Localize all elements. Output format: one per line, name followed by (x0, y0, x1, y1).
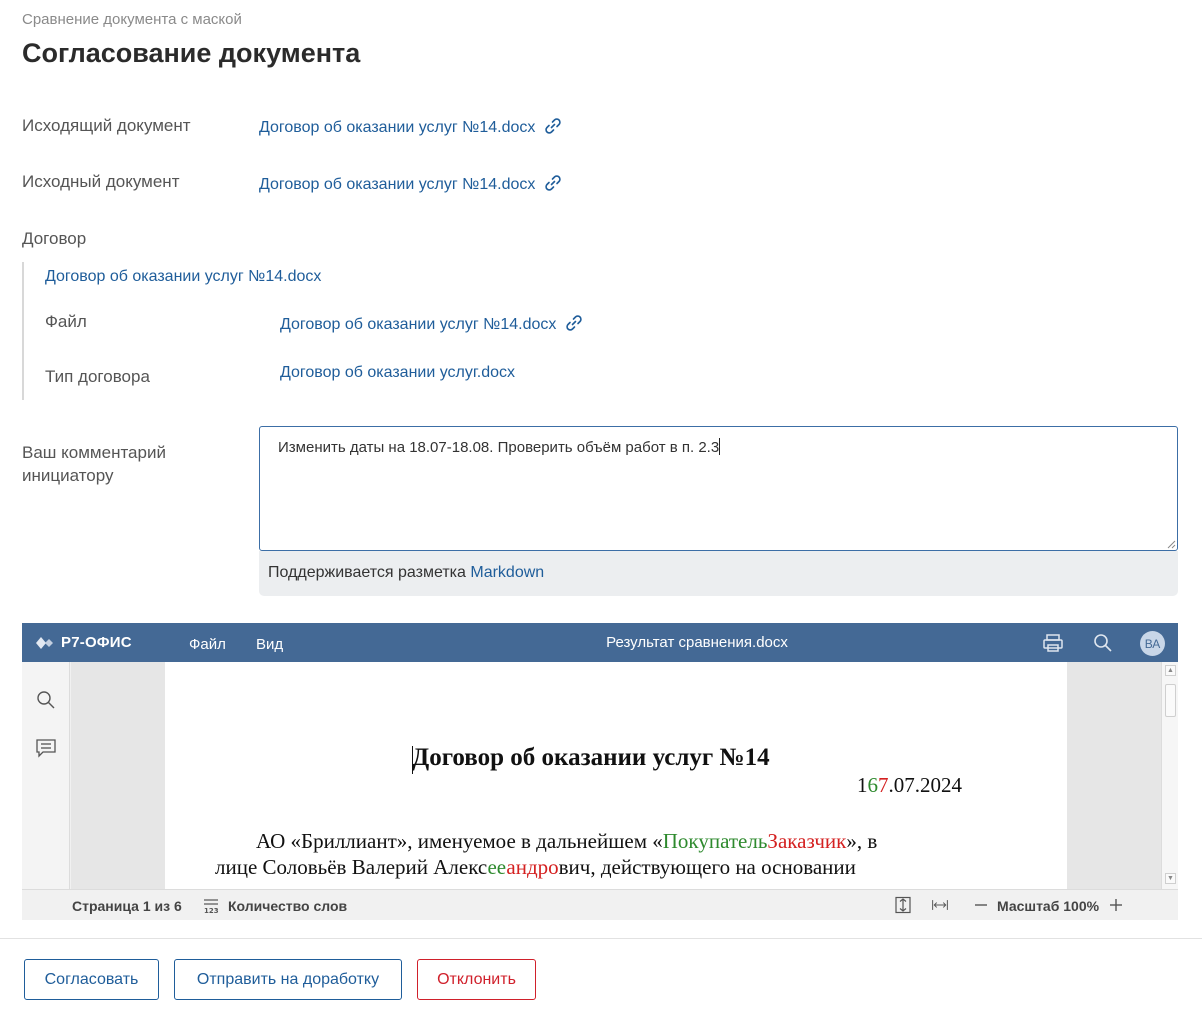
contract-file-link[interactable]: Договор об оказании услуг №14.docx (280, 313, 584, 334)
comment-label: Ваш комментарий инициатору (22, 441, 166, 487)
zoom-in-icon[interactable] (1107, 896, 1125, 914)
doc-cursor (412, 746, 413, 774)
word-count[interactable]: Количество слов (228, 898, 347, 914)
contract-type-label: Тип договора (45, 367, 150, 386)
approve-button[interactable]: Согласовать (24, 959, 159, 1000)
doc-heading: Договор об оказании услуг №14 (412, 744, 770, 771)
contract-type-link[interactable]: Договор об оказании услуг.docx (280, 364, 515, 382)
source-document-name[interactable]: Договор об оказании услуг №14.docx (259, 176, 535, 193)
vertical-scrollbar[interactable]: ▲ ▼ (1161, 662, 1178, 889)
deleted-text: андро (506, 855, 559, 879)
page-margin-right (1067, 662, 1161, 889)
svg-text:123: 123 (204, 907, 219, 914)
editor-logo: Р7-ОФИС (36, 634, 132, 651)
menu-view[interactable]: Вид (256, 636, 283, 653)
breadcrumb: Сравнение документа с маской (22, 11, 242, 28)
doc-text: лице Соловьёв Валерий Алекс (215, 855, 488, 879)
comment-text-wrap[interactable]: Изменить даты на 18.07-18.08. Проверить … (278, 438, 721, 456)
left-rail (22, 662, 70, 889)
doc-text: вич, действующего на основании (558, 855, 856, 879)
markdown-note-text: Поддерживается разметка (268, 564, 466, 581)
link-icon[interactable] (543, 173, 563, 193)
page-indicator[interactable]: Страница 1 из 6 (72, 898, 182, 914)
print-icon[interactable] (1042, 632, 1064, 654)
comment-textarea[interactable]: Изменить даты на 18.07-18.08. Проверить … (259, 426, 1178, 551)
avatar[interactable]: ВА (1140, 631, 1165, 656)
inserted-text: ее (487, 855, 507, 879)
comment-label-line1: Ваш комментарий (22, 443, 166, 462)
deleted-text: Заказчик (767, 829, 847, 853)
contract-group-border (22, 262, 24, 400)
scroll-down-arrow[interactable]: ▼ (1165, 873, 1176, 884)
source-document-link[interactable]: Договор об оказании услуг №14.docx (259, 173, 563, 194)
page-title: Согласование документа (22, 38, 361, 68)
comment-label-line2: инициатору (22, 466, 114, 485)
comments-icon[interactable] (35, 737, 57, 759)
source-document-label: Исходный документ (22, 172, 180, 191)
search-icon[interactable] (1092, 632, 1114, 654)
markdown-note: Поддерживается разметка Markdown (259, 551, 1178, 596)
document-page[interactable]: Договор об оказании услуг №14 167.07.202… (165, 662, 1067, 889)
r7-logo-icon (36, 636, 53, 649)
reject-button[interactable]: Отклонить (417, 959, 536, 1000)
doc-text: АО «Бриллиант», именуемое в дальнейшем « (256, 829, 663, 853)
send-for-rework-button[interactable]: Отправить на доработку (174, 959, 402, 1000)
contract-title-link[interactable]: Договор об оказании услуг №14.docx (45, 268, 321, 286)
document-editor: Р7-ОФИС Файл Вид Результат сравнения.doc… (22, 623, 1178, 920)
zoom-out-icon[interactable] (972, 896, 990, 914)
menu-file[interactable]: Файл (189, 636, 226, 653)
link-icon[interactable] (564, 313, 584, 333)
zoom-level[interactable]: Масштаб 100% (997, 898, 1099, 914)
fit-page-icon[interactable] (894, 896, 912, 914)
contract-file-label: Файл (45, 312, 87, 331)
doc-date-rest: .07.2024 (888, 773, 963, 797)
link-icon[interactable] (543, 116, 563, 136)
scroll-up-arrow[interactable]: ▲ (1165, 665, 1176, 676)
markdown-link[interactable]: Markdown (470, 564, 544, 581)
text-caret (719, 438, 721, 455)
page-margin-left (71, 662, 165, 889)
word-count-icon[interactable]: 123 (202, 896, 220, 914)
doc-line-2: лице Соловьёв Валерий Алексееандрович, д… (215, 855, 856, 880)
fit-width-icon[interactable] (931, 896, 949, 914)
contract-label: Договор (22, 229, 87, 248)
comment-value[interactable]: Изменить даты на 18.07-18.08. Проверить … (278, 439, 719, 456)
outgoing-document-name[interactable]: Договор об оказании услуг №14.docx (259, 119, 535, 136)
outgoing-document-link[interactable]: Договор об оказании услуг №14.docx (259, 116, 563, 137)
scroll-thumb[interactable] (1165, 684, 1176, 717)
doc-date: 167.07.2024 (857, 773, 962, 798)
inserted-text: 6 (867, 773, 879, 797)
resize-grip-icon[interactable] (1166, 539, 1176, 549)
search-icon[interactable] (35, 689, 57, 711)
outgoing-document-label: Исходящий документ (22, 116, 191, 135)
doc-text: », в (846, 829, 878, 853)
status-bar: Страница 1 из 6 123 Количество слов Масш… (22, 889, 1178, 920)
footer-divider (0, 938, 1202, 939)
inserted-text: Покупатель (662, 829, 768, 853)
deleted-text: 7 (878, 773, 889, 797)
doc-date-start: 1 (857, 773, 868, 797)
editor-logo-text: Р7-ОФИС (61, 634, 132, 651)
doc-line-1: АО «Бриллиант», именуемое в дальнейшем «… (256, 829, 877, 854)
editor-header: Р7-ОФИС Файл Вид Результат сравнения.doc… (22, 623, 1178, 662)
contract-file-name[interactable]: Договор об оказании услуг №14.docx (280, 316, 556, 333)
